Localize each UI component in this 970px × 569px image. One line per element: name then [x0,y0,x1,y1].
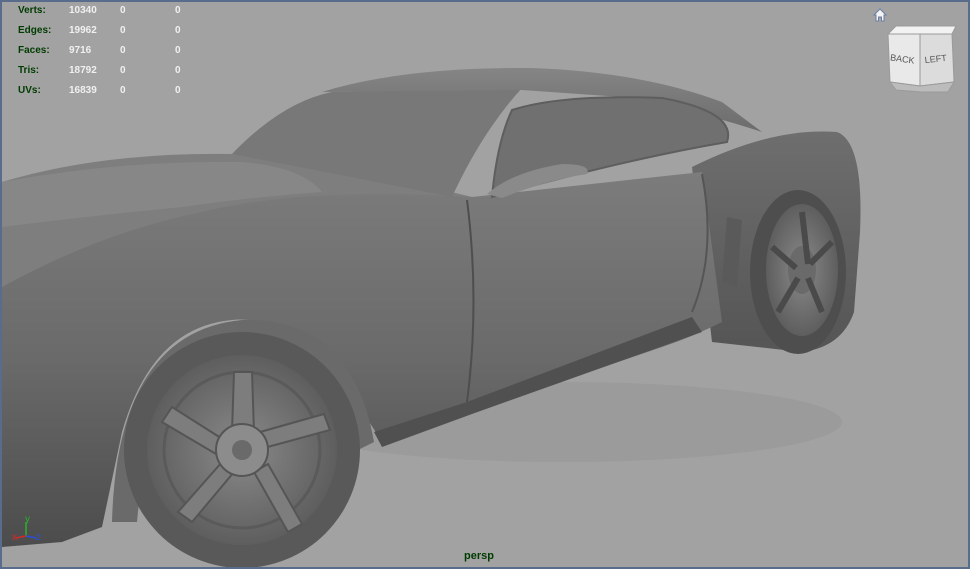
poly-count-hud: Verts: 10340 0 0 Edges: 19962 0 0 Faces:… [18,2,205,101]
hud-value: 0 [175,25,181,36]
hud-value: 0 [120,45,126,56]
hud-value: 0 [175,45,181,56]
view-cube[interactable]: BACK LEFT [882,24,958,94]
hud-value: 9716 [69,45,92,56]
hud-label: Verts: [18,5,46,16]
home-icon[interactable] [872,7,888,23]
hud-value: 0 [120,25,126,36]
hud-label: Edges: [18,25,52,36]
hud-value: 18792 [69,65,97,76]
hud-value: 0 [175,5,181,16]
axis-x-label: x [12,532,17,543]
axis-z-label: z [36,532,41,543]
hud-label: Faces: [18,45,50,56]
hud-row-tris: Tris: 18792 0 0 [18,61,205,81]
hud-value: 0 [120,5,126,16]
hud-value: 16839 [69,85,97,96]
axis-gizmo: y x z [12,514,41,543]
hud-value: 0 [175,85,181,96]
hud-row-verts: Verts: 10340 0 0 [18,2,205,21]
hud-row-edges: Edges: 19962 0 0 [18,21,205,41]
front-hub-cap [232,440,252,460]
hud-label: UVs: [18,85,41,96]
hud-row-faces: Faces: 9716 0 0 [18,41,205,61]
camera-name-label: persp [464,550,494,562]
hud-label: Tris: [18,65,40,76]
axis-y-label: y [25,514,30,525]
axis-z-line [25,535,37,539]
hud-value: 10340 [69,5,97,16]
axis-x-line [15,535,27,539]
hud-value: 0 [120,85,126,96]
hud-value: 19962 [69,25,97,36]
perspective-viewport[interactable]: Verts: 10340 0 0 Edges: 19962 0 0 Faces:… [0,0,970,569]
hud-value: 0 [175,65,181,76]
hud-row-uvs: UVs: 16839 0 0 [18,81,205,101]
hud-value: 0 [120,65,126,76]
